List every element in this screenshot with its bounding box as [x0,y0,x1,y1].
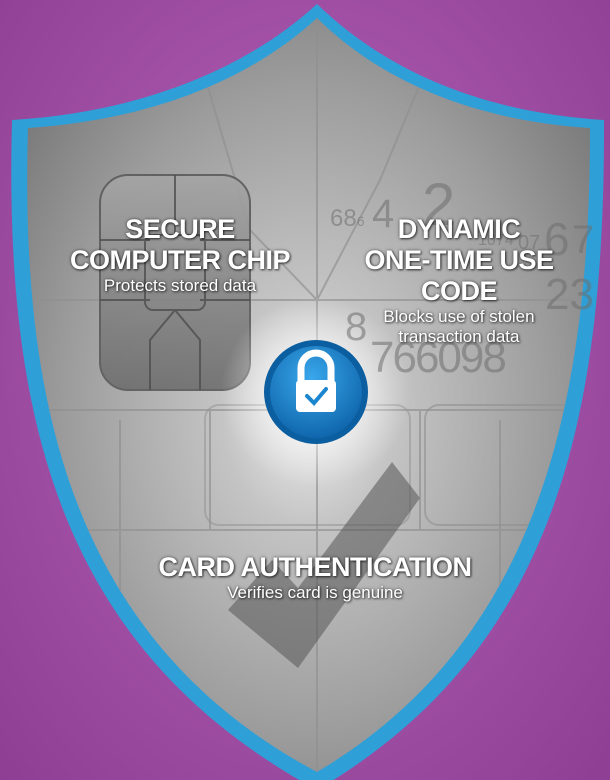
code-feature-title-line2: ONE-TIME USE CODE [364,245,554,306]
chip-feature-description: Protects stored data [103,276,257,295]
padlock-check-icon [264,340,368,444]
auth-feature-description: Verifies card is genuine [227,583,403,602]
auth-feature-title: CARD AUTHENTICATION [158,552,472,582]
auth-feature-label: CARD AUTHENTICATION Verifies card is gen… [150,552,480,603]
chip-feature-label: SECURE COMPUTER CHIP Protects stored dat… [60,214,300,296]
shield-graphic [11,4,605,780]
code-feature-label: DYNAMIC ONE-TIME USE CODE Blocks use of … [325,214,593,347]
code-feature-title-line1: DYNAMIC [397,214,521,244]
chip-feature-title-line2: COMPUTER CHIP [69,245,291,275]
code-feature-description-line2: transaction data [398,327,520,346]
code-feature-description-line1: Blocks use of stolen [383,307,535,326]
chip-feature-title-line1: SECURE [125,214,235,244]
